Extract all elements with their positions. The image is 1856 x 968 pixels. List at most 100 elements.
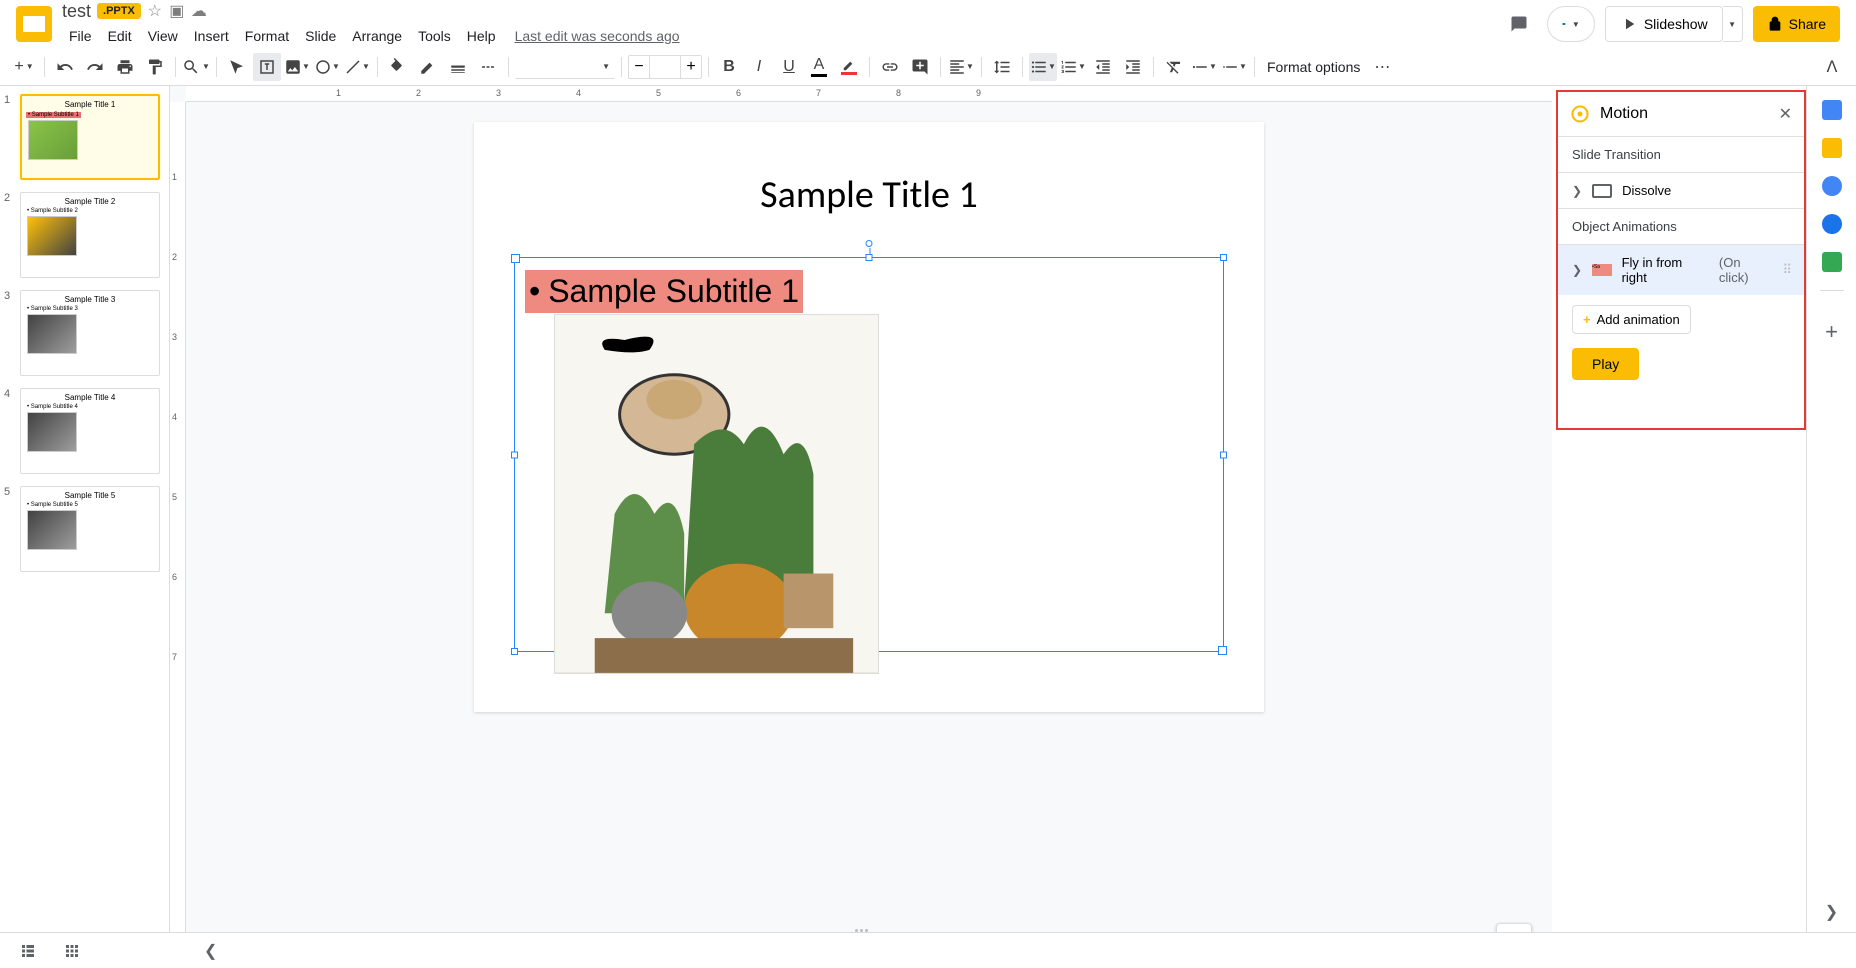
menu-help[interactable]: Help bbox=[460, 24, 503, 48]
bulleted-list-button[interactable]: ▼ bbox=[1029, 53, 1057, 81]
star-icon[interactable]: ☆ bbox=[147, 3, 163, 19]
comments-icon[interactable] bbox=[1501, 6, 1537, 42]
line-tool[interactable]: ▼ bbox=[343, 53, 371, 81]
menu-insert[interactable]: Insert bbox=[187, 24, 236, 48]
resize-handle[interactable] bbox=[511, 451, 518, 458]
bold-button[interactable]: B bbox=[715, 53, 743, 81]
explore-button[interactable] bbox=[1496, 923, 1532, 932]
new-slide-button[interactable]: +▼ bbox=[10, 53, 38, 81]
slideshow-dropdown[interactable]: ▼ bbox=[1723, 6, 1743, 42]
format-options-button[interactable]: Format options bbox=[1261, 59, 1366, 75]
slides-logo[interactable] bbox=[16, 6, 52, 42]
redo-button[interactable] bbox=[81, 53, 109, 81]
cloud-icon[interactable]: ☁ bbox=[191, 3, 207, 19]
transition-row[interactable]: ❯ Dissolve bbox=[1558, 172, 1804, 208]
more-button[interactable]: ⋯ bbox=[1368, 53, 1396, 81]
list-options-2[interactable]: ▼ bbox=[1220, 53, 1248, 81]
meet-button[interactable]: ▼ bbox=[1547, 6, 1595, 42]
border-weight-button[interactable] bbox=[444, 53, 472, 81]
font-size-input[interactable] bbox=[649, 56, 681, 78]
insert-comment-button[interactable] bbox=[906, 53, 934, 81]
slide-transition-header: Slide Transition bbox=[1558, 136, 1804, 172]
move-icon[interactable]: ▣ bbox=[169, 3, 185, 19]
last-edit-link[interactable]: Last edit was seconds ago bbox=[515, 28, 680, 44]
close-icon[interactable]: ✕ bbox=[1779, 104, 1792, 124]
increase-font-button[interactable]: + bbox=[681, 58, 701, 76]
slide-thumb-3[interactable]: 3Sample Title 3• Sample Subtitle 3 bbox=[4, 290, 165, 376]
motion-icon bbox=[1570, 104, 1590, 124]
animation-row[interactable]: ❯ •Sa Fly in from right (On click) ⠿ bbox=[1558, 244, 1804, 295]
italic-button[interactable]: I bbox=[745, 53, 773, 81]
animation-name: Fly in from right bbox=[1622, 255, 1709, 285]
doc-name[interactable]: test bbox=[62, 1, 91, 22]
clear-format-button[interactable] bbox=[1160, 53, 1188, 81]
slide-title[interactable]: Sample Title 1 bbox=[474, 172, 1264, 218]
underline-button[interactable]: U bbox=[775, 53, 803, 81]
shape-tool[interactable]: ▼ bbox=[313, 53, 341, 81]
font-size-control[interactable]: − + bbox=[628, 55, 702, 79]
text-color-button[interactable]: A bbox=[805, 53, 833, 81]
list-options-1[interactable]: ▼ bbox=[1190, 53, 1218, 81]
print-button[interactable] bbox=[111, 53, 139, 81]
resize-handle[interactable] bbox=[511, 648, 518, 655]
keep-icon[interactable] bbox=[1822, 138, 1842, 158]
filmstrip-view-button[interactable] bbox=[16, 939, 40, 963]
textbox-tool[interactable] bbox=[253, 53, 281, 81]
select-tool[interactable] bbox=[223, 53, 251, 81]
chevron-right-icon: ❯ bbox=[1572, 184, 1582, 198]
play-button[interactable]: Play bbox=[1572, 348, 1639, 380]
decrease-indent-button[interactable] bbox=[1089, 53, 1117, 81]
filmstrip: ▶1Sample Title 1• Sample Subtitle 1 2Samp… bbox=[0, 86, 170, 932]
resize-handle[interactable] bbox=[866, 254, 873, 261]
app-header: test .PPTX ☆ ▣ ☁ FileEditViewInsertForma… bbox=[0, 0, 1856, 48]
numbered-list-button[interactable]: ▼ bbox=[1059, 53, 1087, 81]
line-spacing-button[interactable] bbox=[988, 53, 1016, 81]
slide-canvas[interactable]: Sample Title 1 •Sample Subtitle 1 bbox=[474, 122, 1264, 712]
slide-thumb-1[interactable]: ▶1Sample Title 1• Sample Subtitle 1 bbox=[4, 94, 165, 180]
slide-image[interactable] bbox=[554, 314, 879, 674]
menu-view[interactable]: View bbox=[141, 24, 185, 48]
border-dash-button[interactable] bbox=[474, 53, 502, 81]
grid-view-button[interactable] bbox=[60, 939, 84, 963]
tasks-icon[interactable] bbox=[1822, 176, 1842, 196]
zoom-button[interactable]: ▼ bbox=[182, 53, 210, 81]
highlight-color-button[interactable] bbox=[835, 53, 863, 81]
border-color-button[interactable] bbox=[414, 53, 442, 81]
font-family-select[interactable]: ▼ bbox=[515, 55, 615, 79]
menu-tools[interactable]: Tools bbox=[411, 24, 458, 48]
fill-color-button[interactable] bbox=[384, 53, 412, 81]
add-animation-button[interactable]: +Add animation bbox=[1572, 305, 1691, 334]
slide-thumb-2[interactable]: 2Sample Title 2• Sample Subtitle 2 bbox=[4, 192, 165, 278]
notes-resize-handle[interactable] bbox=[846, 929, 876, 932]
menu-arrange[interactable]: Arrange bbox=[345, 24, 409, 48]
drag-handle-icon[interactable]: ⠿ bbox=[1782, 262, 1790, 278]
share-button[interactable]: Share bbox=[1753, 6, 1840, 42]
paint-format-button[interactable] bbox=[141, 53, 169, 81]
collapse-filmstrip-button[interactable]: ❮ bbox=[204, 941, 217, 961]
addon-plus-icon[interactable]: + bbox=[1825, 319, 1838, 345]
collapse-toolbar-button[interactable]: ᐱ bbox=[1818, 53, 1846, 81]
slide-thumb-4[interactable]: 4Sample Title 4• Sample Subtitle 4 bbox=[4, 388, 165, 474]
rotate-handle[interactable] bbox=[866, 240, 873, 247]
calendar-icon[interactable] bbox=[1822, 100, 1842, 120]
slide-thumb-5[interactable]: 5Sample Title 5• Sample Subtitle 5 bbox=[4, 486, 165, 572]
increase-indent-button[interactable] bbox=[1119, 53, 1147, 81]
subtitle-text[interactable]: •Sample Subtitle 1 bbox=[525, 270, 803, 313]
resize-handle[interactable] bbox=[1220, 254, 1227, 261]
image-tool[interactable]: ▼ bbox=[283, 53, 311, 81]
slideshow-button[interactable]: Slideshow bbox=[1605, 6, 1723, 42]
ruler-horizontal[interactable]: 123456789 bbox=[186, 86, 1552, 102]
menu-slide[interactable]: Slide bbox=[298, 24, 343, 48]
maps-icon[interactable] bbox=[1822, 252, 1842, 272]
ruler-vertical[interactable]: 1234567 bbox=[170, 102, 186, 932]
undo-button[interactable] bbox=[51, 53, 79, 81]
contacts-icon[interactable] bbox=[1822, 214, 1842, 234]
menu-edit[interactable]: Edit bbox=[101, 24, 139, 48]
insert-link-button[interactable] bbox=[876, 53, 904, 81]
menu-format[interactable]: Format bbox=[238, 24, 296, 48]
resize-handle[interactable] bbox=[1220, 451, 1227, 458]
menu-file[interactable]: File bbox=[62, 24, 99, 48]
align-button[interactable]: ▼ bbox=[947, 53, 975, 81]
decrease-font-button[interactable]: − bbox=[629, 58, 649, 76]
sidebar-collapse-icon[interactable]: ❯ bbox=[1825, 902, 1838, 922]
